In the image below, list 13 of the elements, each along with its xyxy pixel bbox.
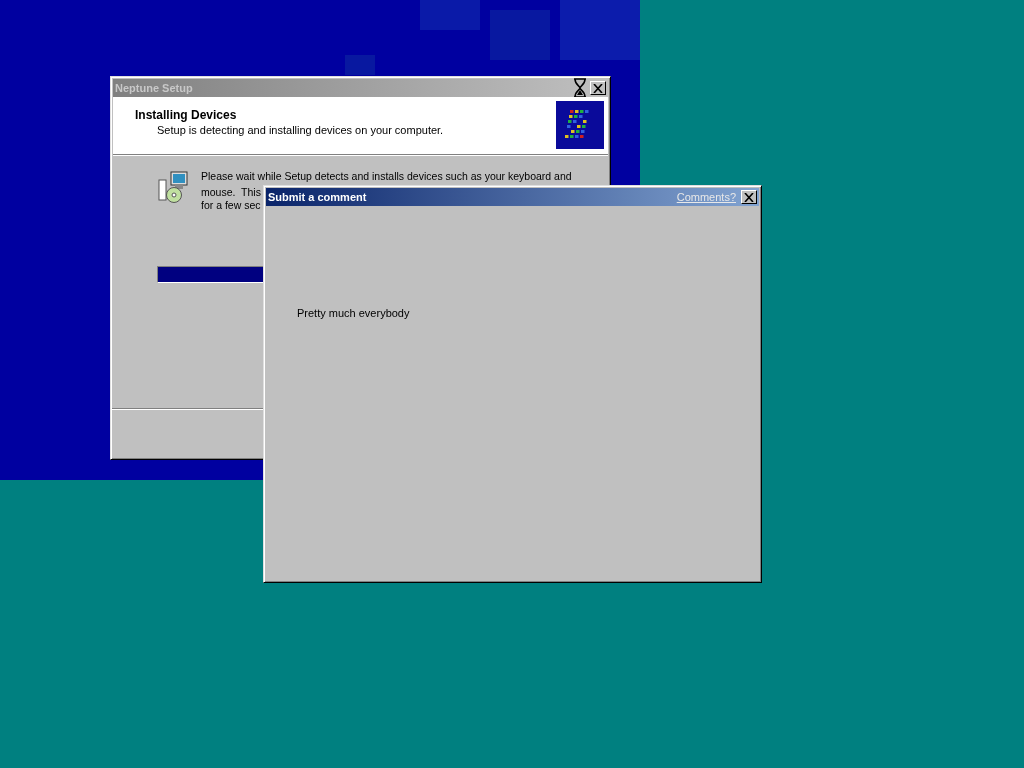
hourglass-icon	[573, 78, 587, 98]
dialog-title: Submit a comment	[268, 191, 367, 203]
close-button[interactable]	[741, 190, 757, 204]
comment-text: Pretty much everybody	[297, 307, 411, 319]
logo-icon	[556, 101, 604, 149]
window-title: Neptune Setup	[115, 82, 193, 94]
body-text: mouse. This	[201, 186, 261, 199]
header-subtitle: Setup is detecting and installing devices on your computer.	[157, 124, 444, 136]
body-text: Please wait while Setup detects and installs devices such as your keyboard and	[201, 170, 572, 183]
comments-link[interactable]: Comments?	[676, 191, 736, 203]
computer-disc-icon	[157, 170, 191, 204]
header-title: Installing Devices	[135, 108, 238, 122]
body-text: for a few sec	[201, 199, 261, 212]
